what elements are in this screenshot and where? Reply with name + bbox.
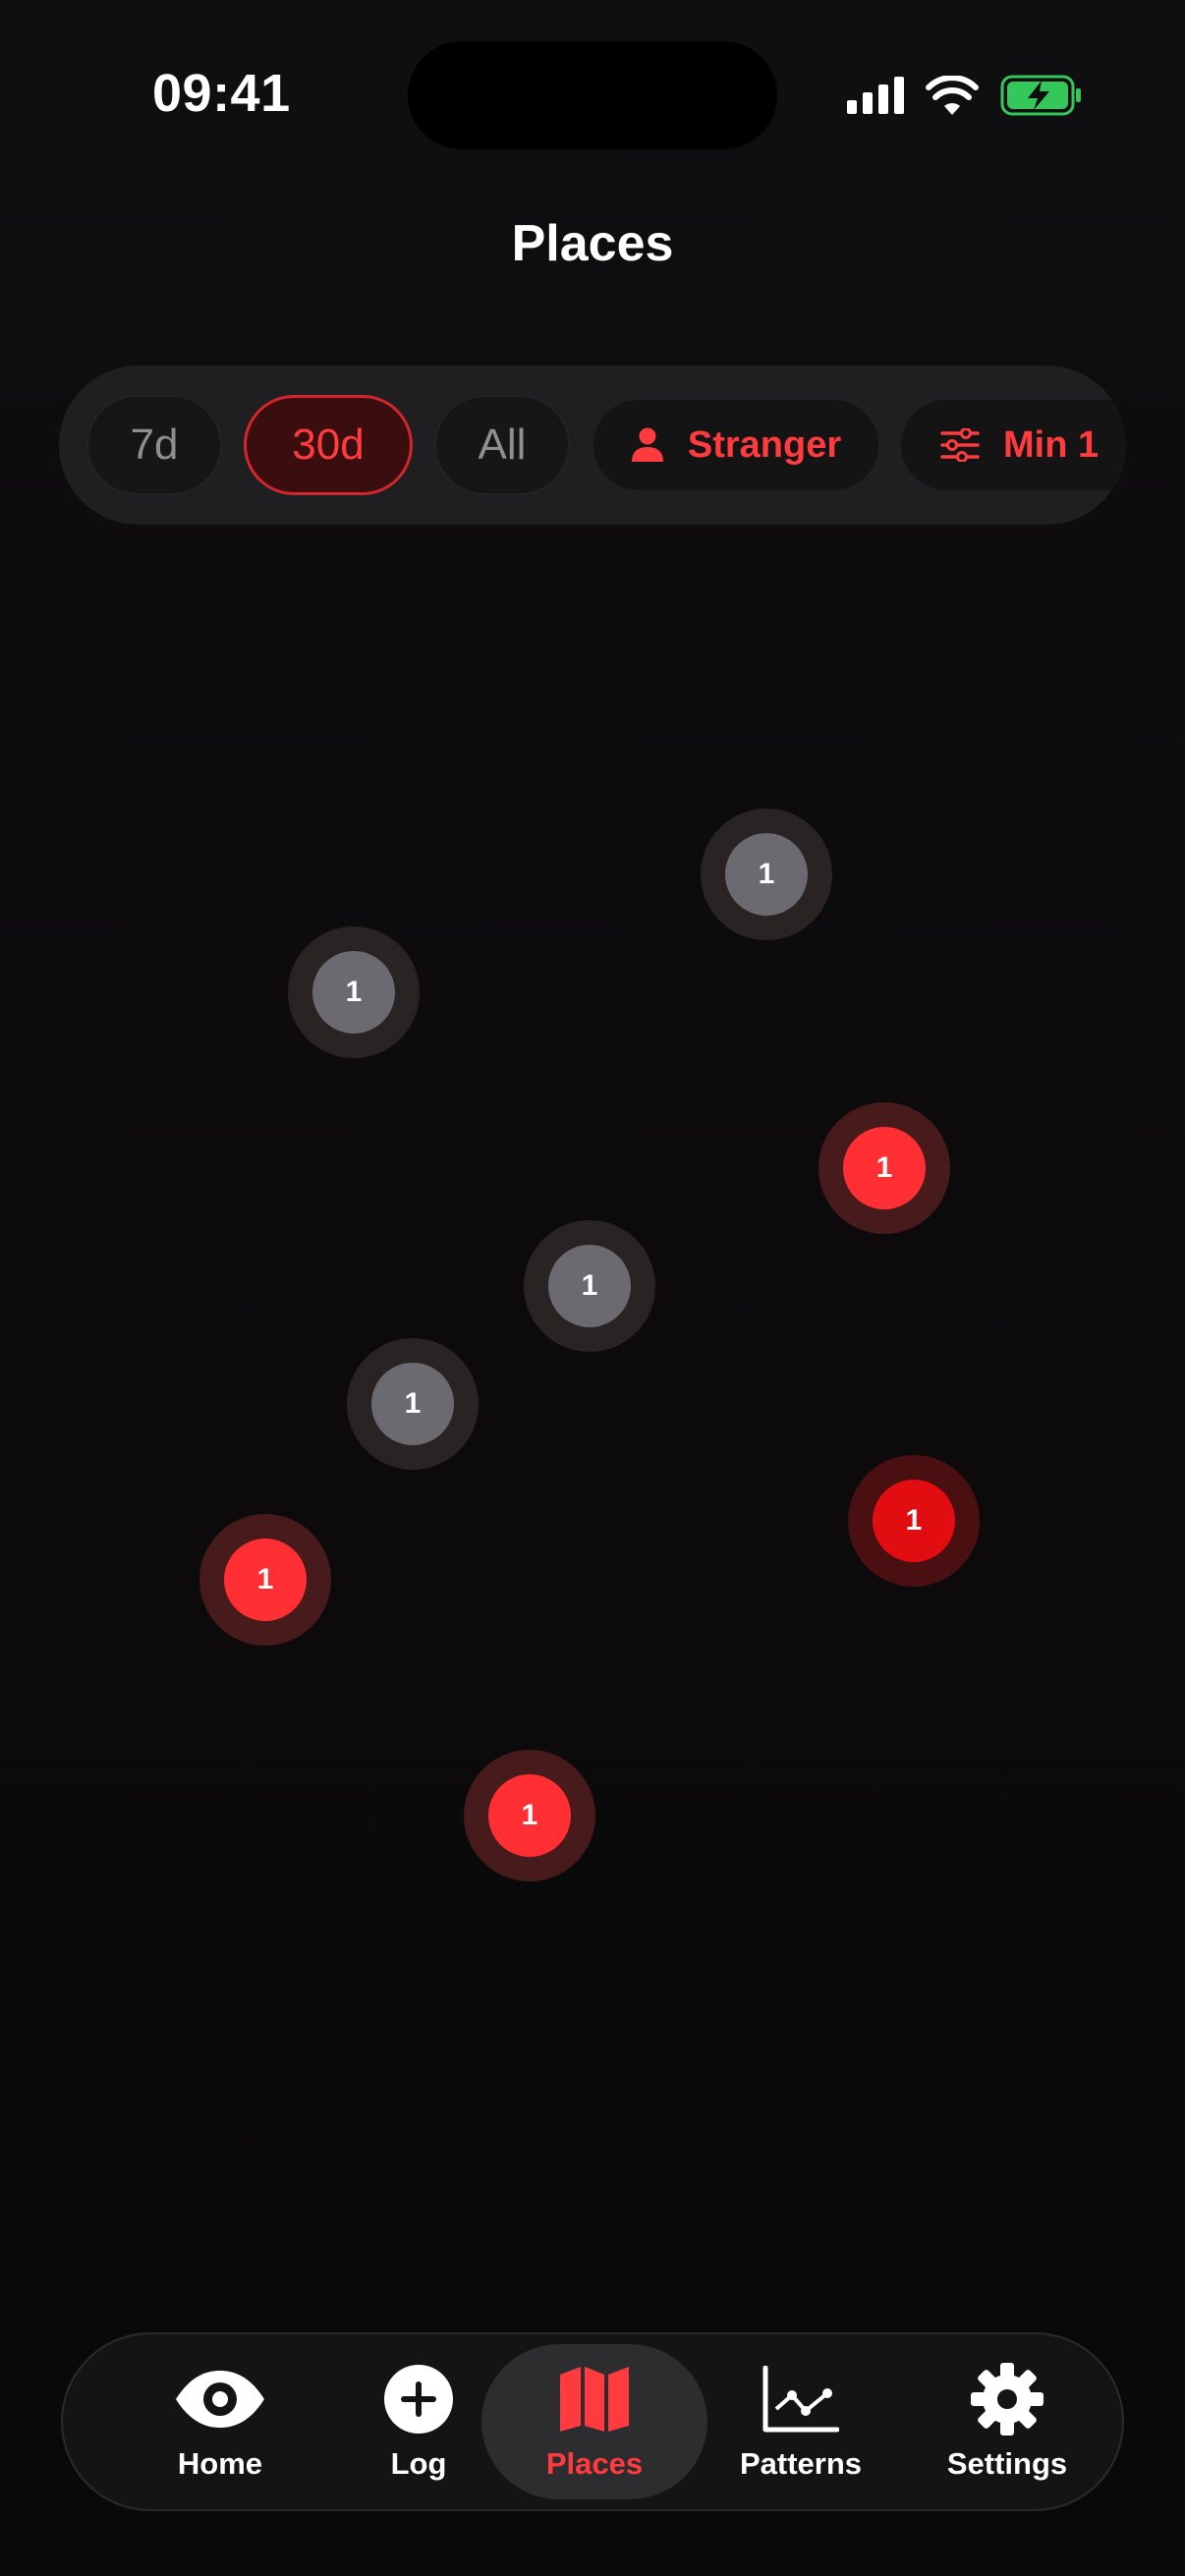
- person-icon: [631, 427, 663, 462]
- place-marker[interactable]: 1: [199, 1514, 331, 1646]
- tab-label: Home: [177, 2446, 263, 2481]
- status-icons: [847, 71, 1083, 120]
- marker-count: 1: [873, 1480, 955, 1562]
- gear-icon: [971, 2363, 1044, 2436]
- eye-icon: [176, 2371, 264, 2428]
- person-filter-button[interactable]: Stranger: [593, 400, 878, 490]
- marker-count: 1: [224, 1539, 307, 1621]
- plus-circle-icon: [384, 2365, 453, 2434]
- cellular-signal-icon: [847, 77, 904, 114]
- marker-count: 1: [548, 1245, 631, 1327]
- place-marker[interactable]: 1: [701, 809, 832, 940]
- filter-chip-7d[interactable]: 7d: [86, 395, 222, 495]
- marker-count: 1: [312, 951, 395, 1034]
- place-marker[interactable]: 1: [524, 1220, 655, 1352]
- line-chart-icon: [762, 2366, 839, 2433]
- place-marker[interactable]: 1: [848, 1455, 980, 1587]
- min-filter-button[interactable]: Min 1: [901, 400, 1126, 490]
- marker-count: 1: [488, 1774, 571, 1857]
- tab-label: Log: [390, 2446, 447, 2481]
- place-marker[interactable]: 1: [288, 926, 420, 1058]
- filter-bar: 7d 30d All Stranger Min 1: [59, 365, 1126, 525]
- dynamic-island: [408, 41, 777, 149]
- battery-charging-icon: [1000, 75, 1081, 116]
- marker-count: 1: [725, 833, 808, 916]
- filter-chip-30d[interactable]: 30d: [244, 395, 413, 495]
- marker-count: 1: [843, 1127, 926, 1209]
- tab-settings[interactable]: Settings: [904, 2334, 1110, 2509]
- filter-chip-all[interactable]: All: [434, 395, 570, 495]
- tab-label: Settings: [946, 2446, 1068, 2481]
- tab-patterns[interactable]: Patterns: [698, 2334, 904, 2509]
- tab-places[interactable]: Places: [481, 2344, 707, 2499]
- page-title: Places: [511, 215, 674, 272]
- place-marker[interactable]: 1: [818, 1102, 950, 1234]
- tab-home[interactable]: Home: [122, 2334, 318, 2509]
- sliders-icon: [940, 428, 980, 462]
- status-time: 09:41: [152, 64, 291, 123]
- tab-bar: Home Log Places Patterns Settings: [61, 2332, 1124, 2511]
- marker-count: 1: [371, 1363, 454, 1445]
- place-marker[interactable]: 1: [464, 1750, 595, 1881]
- map-area[interactable]: 1 1 1 1 1 1 1 1: [0, 550, 1185, 2299]
- place-marker[interactable]: 1: [347, 1338, 479, 1470]
- status-bar: 09:41: [0, 0, 1185, 196]
- person-filter-label: Stranger: [687, 423, 842, 466]
- tab-label: Places: [545, 2446, 644, 2481]
- wifi-icon: [926, 76, 979, 115]
- map-icon: [560, 2367, 629, 2432]
- min-filter-label: Min 1: [1003, 423, 1100, 466]
- tab-label: Patterns: [739, 2446, 863, 2481]
